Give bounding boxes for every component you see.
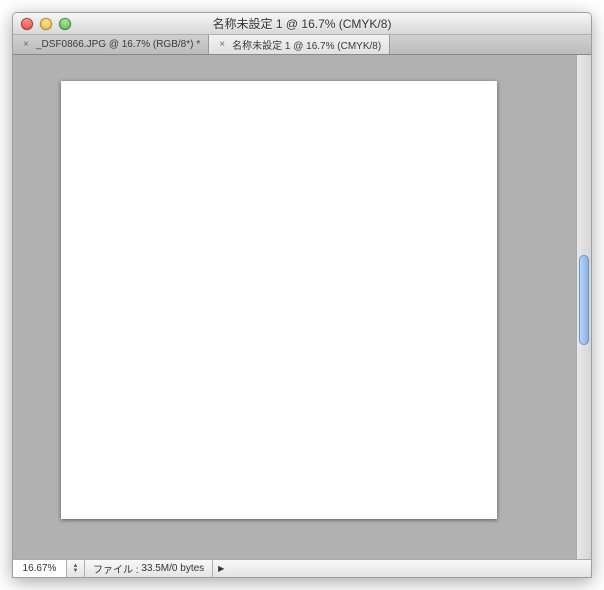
document-tabs: × _DSF0866.JPG @ 16.7% (RGB/8*) * × 名称未設… [13, 35, 591, 55]
minimize-icon[interactable] [40, 18, 52, 30]
canvas-area[interactable] [13, 55, 591, 559]
zoom-icon[interactable] [59, 18, 71, 30]
file-info[interactable]: ファイル : 33.5M/0 bytes [85, 560, 213, 577]
tab-label: _DSF0866.JPG @ 16.7% (RGB/8*) * [36, 39, 200, 50]
titlebar[interactable]: 名称未設定 1 @ 16.7% (CMYK/8) [13, 13, 591, 35]
tab-dsf0866[interactable]: × _DSF0866.JPG @ 16.7% (RGB/8*) * [13, 35, 209, 54]
file-info-label: ファイル : [93, 561, 139, 576]
vertical-scrollbar[interactable] [576, 55, 591, 559]
close-tab-icon[interactable]: × [217, 40, 227, 50]
tab-untitled-1[interactable]: × 名称未設定 1 @ 16.7% (CMYK/8) [209, 35, 390, 54]
window-title: 名称未設定 1 @ 16.7% (CMYK/8) [13, 15, 591, 32]
zoom-stepper[interactable]: ▲ ▼ [67, 560, 85, 577]
file-info-value: 33.5M/0 bytes [141, 563, 204, 574]
scrollbar-thumb[interactable] [579, 255, 589, 345]
statusbar-menu-icon[interactable]: ▶ [213, 564, 229, 573]
artboard[interactable] [61, 81, 497, 519]
traffic-lights [13, 18, 71, 30]
chevron-down-icon[interactable]: ▼ [73, 569, 79, 574]
close-icon[interactable] [21, 18, 33, 30]
document-window: 名称未設定 1 @ 16.7% (CMYK/8) × _DSF0866.JPG … [12, 12, 592, 578]
statusbar: 16.67% ▲ ▼ ファイル : 33.5M/0 bytes ▶ [13, 559, 591, 577]
close-tab-icon[interactable]: × [21, 40, 31, 50]
zoom-level[interactable]: 16.67% [13, 560, 67, 577]
tab-label: 名称未設定 1 @ 16.7% (CMYK/8) [232, 37, 381, 52]
